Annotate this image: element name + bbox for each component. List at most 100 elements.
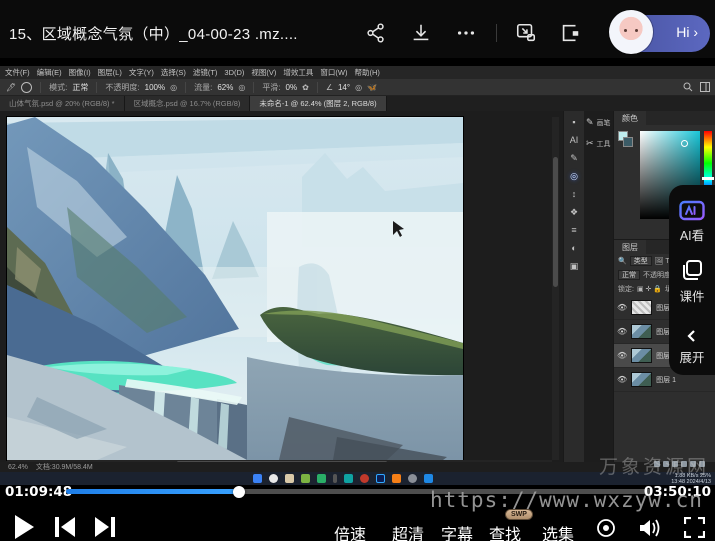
layers-filter-select[interactable]: 类型 <box>630 256 652 266</box>
courseware-button[interactable]: 课件 <box>679 258 704 305</box>
ps-menu-select: 选择(S) <box>161 67 186 78</box>
app-teal-icon[interactable] <box>344 474 353 483</box>
mode-value[interactable]: 正常 <box>72 82 88 93</box>
ai-watch-label: AI看 <box>680 225 704 244</box>
visibility-icon[interactable]: 👁 <box>617 375 627 384</box>
next-button[interactable] <box>93 516 117 538</box>
video-frame[interactable]: 文件(F) 编辑(E) 图像(I) 图层(L) 文字(Y) 选择(S) 滤镜(T… <box>0 58 715 485</box>
angle-value[interactable]: 14° <box>338 83 350 92</box>
collapsed-brush-settings[interactable]: ✎ 画笔 <box>586 117 612 128</box>
share-icon[interactable] <box>364 22 388 44</box>
airbrush-icon[interactable]: ◎ <box>238 83 245 92</box>
visibility-icon[interactable]: 👁 <box>617 351 627 360</box>
ps-status-bar: 62.4% 文档:30.9M/58.4M <box>0 462 715 472</box>
expand-button[interactable]: 展开 <box>679 329 704 366</box>
more-icon[interactable] <box>454 22 478 44</box>
panel-icon-ai[interactable]: AI <box>570 136 579 145</box>
tab-layers[interactable]: 图层 <box>614 240 646 254</box>
ps-menu-3d: 3D(D) <box>224 68 244 77</box>
tab-color[interactable]: 颜色 <box>614 111 646 125</box>
brush-preset-icon <box>21 82 32 93</box>
zoom-level[interactable]: 62.4% <box>8 464 28 471</box>
panel-icon-clone[interactable]: ❖ <box>570 208 578 217</box>
panel-icon-brush[interactable]: ✎ <box>570 154 578 163</box>
quality-button[interactable]: 超清 <box>392 521 424 541</box>
app-blue-icon[interactable] <box>424 474 433 483</box>
app-green-icon[interactable] <box>301 474 310 483</box>
opacity-value[interactable]: 100% <box>145 83 165 92</box>
progress-thumb[interactable] <box>233 486 245 498</box>
total-time: 03:50:10 <box>644 484 711 500</box>
explorer-icon[interactable] <box>285 474 294 483</box>
account-button[interactable]: Hi › <box>610 15 710 52</box>
speed-button[interactable]: 倍速 <box>334 521 366 541</box>
previous-button[interactable] <box>53 516 77 538</box>
episodes-button[interactable]: 选集 <box>542 521 574 541</box>
panel-icon-properties[interactable]: ≡ <box>571 226 576 235</box>
panel-icon-library[interactable]: ▣ <box>570 262 579 271</box>
ps-panel-icon-strip: ▪ AI ✎ ◎ ↕ ❖ ≡ ◐ ▣ <box>563 111 584 462</box>
photoshop-icon[interactable] <box>376 474 385 483</box>
layer-thumbnail <box>631 372 652 387</box>
ai-watch-button[interactable]: AI看 <box>679 199 705 244</box>
adobe-red-icon[interactable] <box>360 474 369 483</box>
blend-mode-select[interactable]: 正常 <box>618 270 640 280</box>
gear-icon[interactable]: ✿ <box>302 83 309 92</box>
ps-menu-help: 帮助(H) <box>355 67 380 78</box>
layer-thumbnail <box>631 300 652 315</box>
ps-menu-file: 文件(F) <box>5 67 30 78</box>
mini-player-icon[interactable] <box>558 22 582 44</box>
visibility-icon[interactable]: 👁 <box>617 303 627 312</box>
panel-icon-adjust[interactable]: ◐ <box>571 244 576 253</box>
volume-icon[interactable] <box>637 517 661 539</box>
fullscreen-icon[interactable] <box>684 517 705 538</box>
ps-menu-image: 图像(I) <box>69 67 91 78</box>
layers-search-icon[interactable]: 🔍 <box>618 257 627 265</box>
chevron-left-icon <box>685 329 699 343</box>
download-icon[interactable] <box>409 22 433 44</box>
ps-menu-type: 文字(Y) <box>129 67 154 78</box>
lightroom-icon[interactable] <box>392 474 401 483</box>
search-icon[interactable] <box>269 474 278 483</box>
color-swatches[interactable] <box>618 131 634 149</box>
painting-canvas[interactable] <box>7 117 463 460</box>
visibility-icon[interactable]: 👁 <box>617 327 627 336</box>
avatar <box>609 10 653 54</box>
flow-value[interactable]: 62% <box>217 83 233 92</box>
color-panel-tabs: 颜色 <box>614 111 715 125</box>
ps-search-icon[interactable] <box>683 82 693 92</box>
screencast-icon[interactable] <box>596 518 616 538</box>
panel-icon-active[interactable]: ◎ <box>570 172 578 181</box>
collapsed-label-1: 画笔 <box>597 118 611 128</box>
play-button[interactable] <box>12 514 36 540</box>
contacts-icon[interactable] <box>408 474 417 483</box>
canvas-vertical-scrollbar[interactable] <box>552 117 559 460</box>
opacity-label: 不透明度: <box>105 82 139 93</box>
lock-icons[interactable]: ▣ ✛ 🔒 <box>637 285 662 293</box>
workspace-icon[interactable] <box>700 82 710 92</box>
wechat-icon[interactable] <box>317 474 326 483</box>
ps-tab-1[interactable]: 山体气氛.psd @ 20% (RGB/8) * <box>0 96 125 111</box>
ai-camera-icon <box>679 199 705 221</box>
pen-pressure-size-icon[interactable]: ◎ <box>355 83 362 92</box>
panel-icon-square[interactable]: ▪ <box>572 118 575 127</box>
pen-pressure-opacity-icon[interactable]: ◎ <box>170 83 177 92</box>
find-button[interactable]: 查找 <box>489 521 521 541</box>
flow-label: 流量: <box>194 82 212 93</box>
layer-thumbnail <box>631 324 652 339</box>
layer-name: 图层 1 <box>656 375 676 385</box>
subtitle-button[interactable]: 字幕 <box>441 521 473 541</box>
brush-settings-icon: ✎ <box>586 117 594 128</box>
panel-icon-gradient[interactable]: ↕ <box>572 190 577 199</box>
slim-app-icon[interactable] <box>333 474 337 483</box>
ps-tab-3-active[interactable]: 未命名-1 @ 62.4% (图层 2, RGB/8) <box>250 96 386 111</box>
brush-tool-icon: 🖊 <box>6 83 16 92</box>
ps-tab-2[interactable]: 区域概念.psd @ 16.7% (RGB/8) <box>125 96 251 111</box>
symmetry-icon[interactable]: 🦋 <box>367 83 377 92</box>
collapsed-tool-presets[interactable]: ✂ 工具 <box>586 138 612 149</box>
start-icon[interactable] <box>253 474 262 483</box>
pip-swap-icon[interactable] <box>514 22 538 44</box>
ps-menu-filter: 滤镜(T) <box>193 67 218 78</box>
smoothing-value[interactable]: 0% <box>286 83 298 92</box>
progress-bar[interactable] <box>66 489 651 494</box>
